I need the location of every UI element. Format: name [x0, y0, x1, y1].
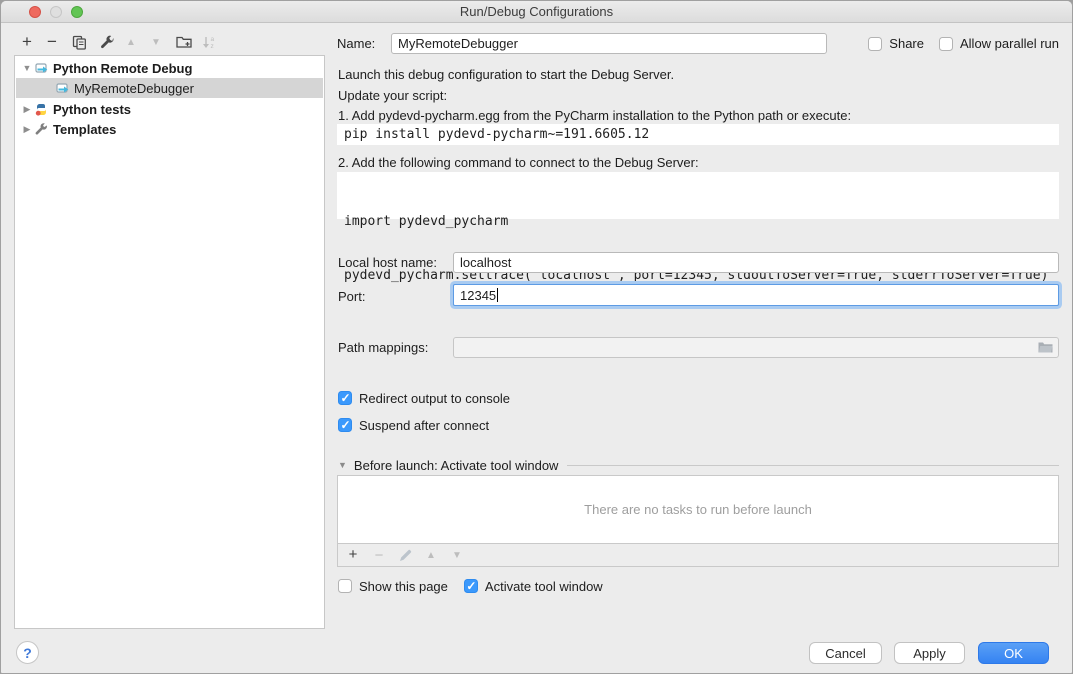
copy-configuration-button[interactable]	[70, 33, 88, 51]
move-up-icon: ▲	[426, 550, 436, 561]
wrench-icon	[100, 35, 115, 50]
edit-pencil-icon	[399, 549, 412, 562]
tree-item-label: MyRemoteDebugger	[74, 81, 194, 96]
edit-templates-button[interactable]	[98, 33, 116, 51]
allow-parallel-run-checkbox[interactable]	[939, 37, 953, 51]
apply-button[interactable]: Apply	[894, 642, 965, 664]
add-configuration-button[interactable]: +	[18, 33, 36, 51]
description-line-1: Launch this debug configuration to start…	[338, 67, 674, 83]
redirect-output-checkbox[interactable]	[338, 391, 352, 405]
share-checkbox[interactable]	[868, 37, 882, 51]
tree-item-label: Templates	[53, 122, 116, 137]
chevron-right-icon[interactable]: ▶	[22, 104, 32, 115]
name-row: Name: Share Allow parallel run	[337, 33, 1059, 54]
redirect-output-label: Redirect output to console	[359, 391, 510, 406]
move-up-icon: ▲	[126, 37, 136, 48]
run-debug-configurations-dialog: Run/Debug Configurations + − ▲ ▼	[0, 0, 1073, 674]
move-down-icon: ▼	[151, 37, 161, 48]
settrace-code-block: import pydevd_pycharm pydevd_pycharm.set…	[337, 172, 1059, 219]
chevron-down-icon[interactable]: ▼	[338, 460, 347, 470]
tree-item-python-tests[interactable]: ▶ Python tests	[16, 99, 323, 119]
browse-folder-icon[interactable]	[1038, 341, 1053, 354]
wrench-icon	[35, 123, 48, 136]
python-tests-icon	[35, 103, 48, 116]
sort-az-icon: a z	[202, 35, 217, 50]
share-label: Share	[889, 36, 924, 51]
new-folder-button[interactable]	[175, 33, 193, 51]
pip-install-code: pip install pydevd-pycharm~=191.6605.12	[337, 124, 1059, 145]
tree-item-templates[interactable]: ▶ Templates	[16, 119, 323, 139]
activate-tool-window-checkbox[interactable]	[464, 579, 478, 593]
activate-tool-window-label: Activate tool window	[485, 579, 603, 594]
svg-text:z: z	[210, 43, 213, 50]
show-this-page-row: Show this page Activate tool window	[338, 578, 603, 594]
before-launch-toolbar: + − ▲ ▼	[337, 543, 1059, 567]
configurations-tree: ▼ Python Remote Debug MyRemoteDebugger ▶	[14, 55, 325, 629]
before-launch-task-list[interactable]: There are no tasks to run before launch	[337, 475, 1059, 544]
move-task-up-button[interactable]: ▲	[424, 548, 438, 562]
port-value: 12345	[460, 288, 496, 303]
move-down-button[interactable]: ▼	[147, 33, 165, 51]
remote-debug-icon	[56, 82, 69, 95]
section-divider	[567, 465, 1059, 466]
cancel-button[interactable]: Cancel	[809, 642, 882, 664]
add-icon: +	[349, 547, 358, 563]
port-label: Port:	[338, 289, 365, 304]
tree-item-python-remote-debug[interactable]: ▼ Python Remote Debug	[16, 58, 323, 78]
step-2-text: 2. Add the following command to connect …	[338, 155, 699, 171]
help-button[interactable]: ?	[16, 641, 39, 664]
text-caret	[497, 288, 498, 302]
name-label: Name:	[337, 36, 391, 51]
edit-task-button[interactable]	[398, 548, 412, 562]
description-line-2: Update your script:	[338, 88, 447, 104]
before-launch-header[interactable]: ▼ Before launch: Activate tool window	[338, 457, 1059, 473]
tree-item-myremotedebugger[interactable]: MyRemoteDebugger	[16, 78, 323, 98]
before-launch-title: Before launch: Activate tool window	[354, 458, 559, 473]
remote-debug-icon	[35, 62, 48, 75]
chevron-down-icon[interactable]: ▼	[22, 63, 32, 73]
suspend-after-connect-row: Suspend after connect	[338, 417, 489, 433]
move-up-button[interactable]: ▲	[122, 33, 140, 51]
copy-icon	[72, 35, 87, 50]
chevron-right-icon[interactable]: ▶	[22, 124, 32, 135]
no-tasks-text: There are no tasks to run before launch	[584, 502, 812, 517]
remove-icon: −	[47, 34, 57, 50]
remove-configuration-button[interactable]: −	[43, 33, 61, 51]
show-this-page-label: Show this page	[359, 579, 448, 594]
suspend-after-connect-checkbox[interactable]	[338, 418, 352, 432]
share-checkbox-group: Share	[868, 36, 924, 51]
settrace-code-line-1: import pydevd_pycharm	[344, 213, 1052, 231]
move-down-icon: ▼	[452, 550, 462, 561]
help-icon: ?	[23, 645, 32, 661]
add-task-button[interactable]: +	[346, 548, 360, 562]
step-1-text: 1. Add pydevd-pycharm.egg from the PyCha…	[338, 108, 851, 124]
ok-button[interactable]: OK	[978, 642, 1049, 664]
svg-text:a: a	[210, 36, 214, 43]
local-host-name-label: Local host name:	[338, 255, 437, 270]
remove-task-button[interactable]: −	[372, 548, 386, 562]
allow-parallel-run-label: Allow parallel run	[960, 36, 1059, 51]
move-task-down-button[interactable]: ▼	[450, 548, 464, 562]
path-mappings-input[interactable]	[453, 337, 1059, 358]
tree-item-label: Python Remote Debug	[53, 61, 192, 76]
show-this-page-checkbox[interactable]	[338, 579, 352, 593]
tree-item-label: Python tests	[53, 102, 131, 117]
path-mappings-label: Path mappings:	[338, 340, 428, 355]
name-input[interactable]	[391, 33, 827, 54]
port-input[interactable]: 12345	[453, 284, 1059, 306]
allow-parallel-checkbox-group: Allow parallel run	[939, 36, 1059, 51]
redirect-output-row: Redirect output to console	[338, 390, 510, 406]
local-host-name-input[interactable]	[453, 252, 1059, 273]
suspend-after-connect-label: Suspend after connect	[359, 418, 489, 433]
configuration-form: Name: Share Allow parallel run Launch th…	[337, 1, 1059, 674]
new-folder-icon	[176, 35, 192, 49]
add-icon: +	[22, 34, 32, 50]
remove-icon: −	[375, 547, 384, 564]
sort-configurations-button[interactable]: a z	[200, 33, 218, 51]
